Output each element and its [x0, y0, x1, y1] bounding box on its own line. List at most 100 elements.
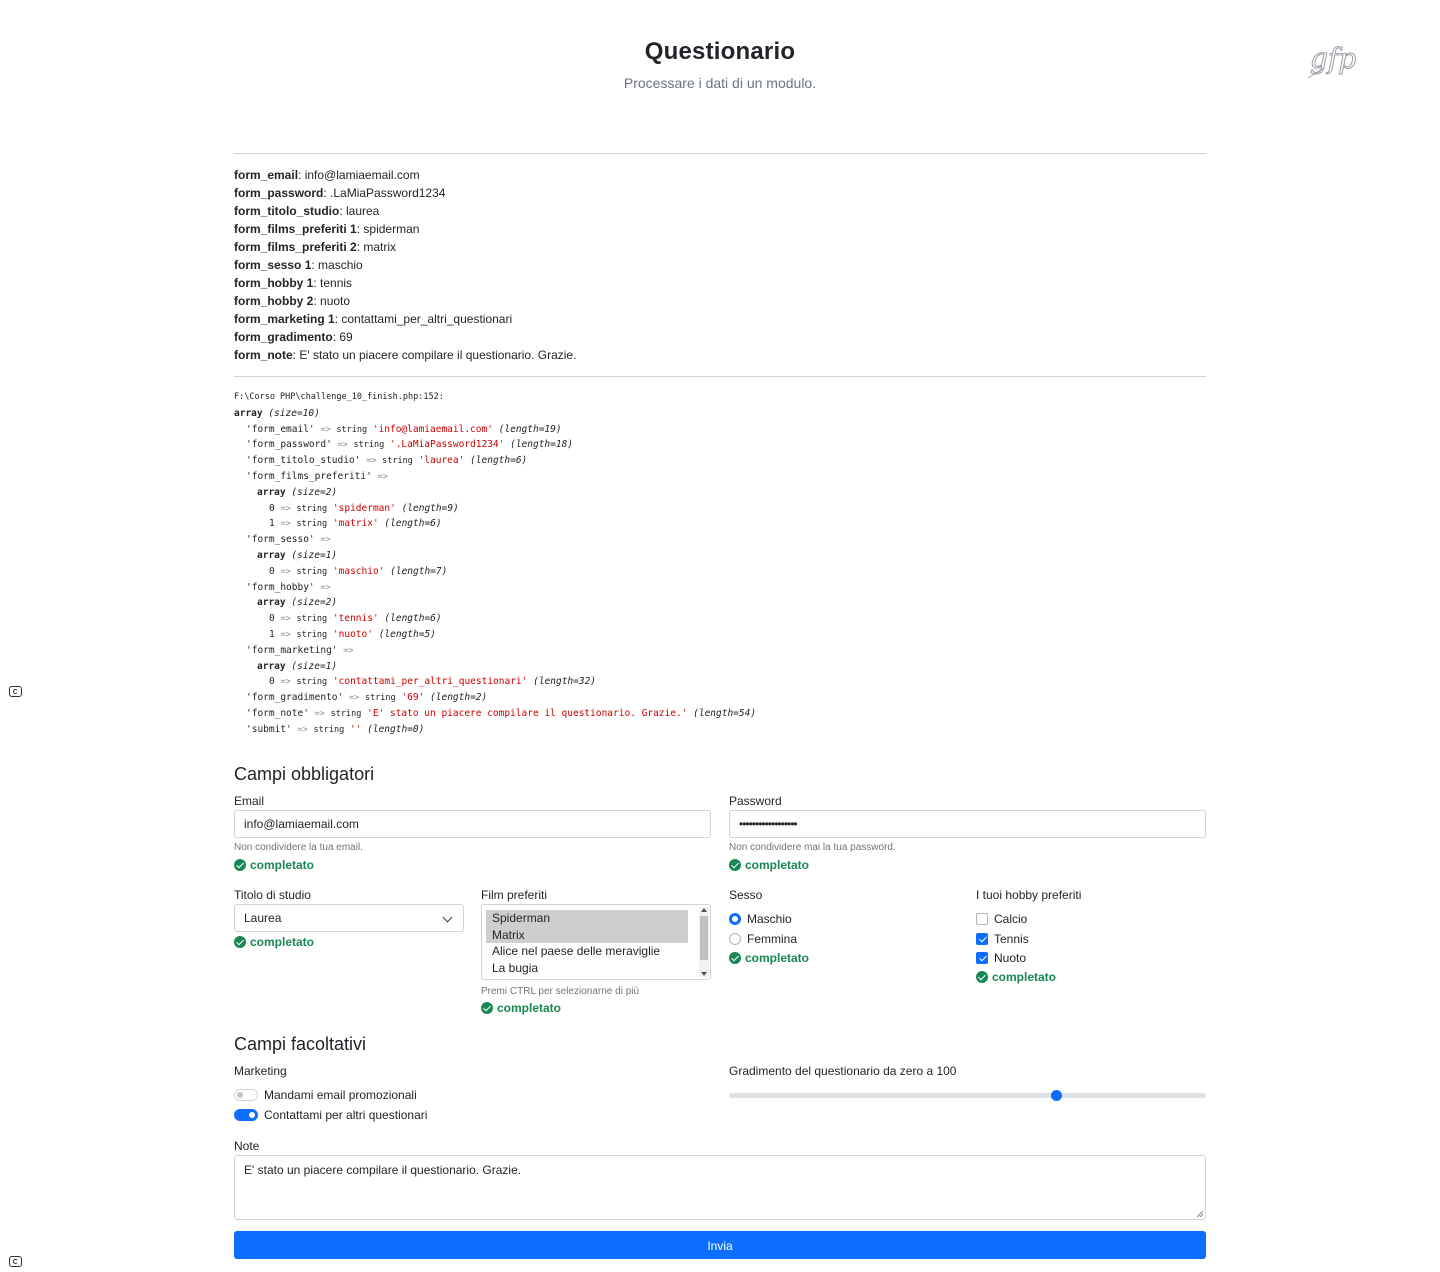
summary-key: form_email [234, 168, 299, 182]
switch-label: Mandami email promozionali [264, 1088, 417, 1102]
summary-key: form_titolo_studio [234, 204, 340, 218]
film-multiselect[interactable]: Spiderman Matrix Alice nel paese delle mer… [481, 904, 711, 980]
check-circle-icon [234, 859, 246, 871]
gradimento-slider[interactable] [729, 1087, 1206, 1103]
sesso-valid-feedback: completato [729, 950, 809, 966]
dump-meta: (length=19) [498, 423, 562, 435]
slider-thumb[interactable] [1050, 1090, 1062, 1101]
password-field[interactable]: •••••••••••••••••• [729, 810, 1206, 838]
marketing-switch-option[interactable]: Mandami email promozionali [234, 1087, 417, 1103]
summary-key: form_marketing 1 [234, 312, 335, 326]
toggle-switch[interactable] [234, 1108, 258, 1121]
dump-line: array (size=10) [234, 406, 762, 422]
summary-row: form_films_preferiti 2: matrix [234, 240, 397, 254]
film-option[interactable]: La bugia [486, 960, 688, 977]
dump-meta: (length=7) [390, 565, 448, 577]
summary-row: form_sesso 1: maschio [234, 258, 363, 272]
marketing-switch-option[interactable]: Contattami per altri questionari [234, 1107, 427, 1123]
scroll-down-icon[interactable] [701, 972, 707, 976]
dump-value: '69' [401, 692, 425, 704]
dump-line: 'form_hobby' => [234, 580, 762, 596]
dump-meta: (length=5) [378, 628, 436, 640]
dump-key: 'form_gradimento' [246, 692, 344, 704]
film-label: Film preferiti [481, 888, 548, 902]
sesso-radio-option[interactable]: Femmina [729, 931, 797, 947]
dump-value: 'laurea' [418, 455, 465, 467]
hobby-valid-feedback: completato [976, 969, 1056, 985]
summary-key: form_hobby 2 [234, 294, 314, 308]
dump-key: 'submit' [246, 723, 292, 735]
checkbox[interactable] [976, 952, 988, 964]
check-circle-icon [729, 952, 741, 964]
film-option[interactable]: Matrix [486, 926, 688, 943]
email-valid-feedback: completato [234, 857, 314, 873]
dump-arrow: => [297, 724, 308, 735]
dump-key: 'form_hobby' [246, 581, 315, 593]
titolo-label: Titolo di studio [234, 888, 311, 902]
note-textarea[interactable]: E' stato un piacere compilare il questio… [234, 1155, 1206, 1220]
dump-key: 'form_note' [246, 707, 309, 719]
resize-handle-icon[interactable] [1197, 1211, 1203, 1217]
summary-value: tennis [320, 276, 353, 290]
dump-value: 'tennis' [332, 613, 379, 625]
password-label: Password [729, 794, 782, 808]
hobby-checkbox-option[interactable]: Calcio [976, 911, 1027, 927]
summary-row: form_marketing 1: contattami_per_altri_q… [234, 312, 513, 326]
submitted-values-list: form_email: info@lamiaemail.com form_pass… [234, 166, 1206, 364]
dump-arrow: => [280, 614, 291, 625]
dump-line: array (size=1) [234, 659, 762, 675]
dump-type: string [382, 456, 413, 467]
dump-key: 'form_sesso' [246, 534, 315, 546]
summary-key: form_hobby 1 [234, 276, 314, 290]
checkbox[interactable] [976, 932, 988, 945]
slider-track[interactable] [729, 1093, 1206, 1098]
titolo-select[interactable]: Laurea [234, 904, 464, 932]
dump-array-word: array [234, 407, 263, 419]
dump-key: 1 [269, 628, 275, 640]
dump-type: string [296, 519, 328, 530]
marketing-label: Marketing [234, 1064, 287, 1078]
hobby-checkbox-option[interactable]: Nuoto [976, 950, 1026, 966]
summary-row: form_titolo_studio: laurea [234, 204, 380, 218]
dump-array-word: array [257, 549, 286, 561]
radio-button[interactable] [729, 932, 741, 945]
radio-button[interactable] [729, 913, 741, 925]
checkbox-label: Calcio [994, 912, 1028, 926]
sesso-radio-option[interactable]: Maschio [729, 911, 792, 927]
check-circle-icon [234, 936, 246, 948]
xdebug-icon-bottom [9, 1256, 22, 1267]
film-option[interactable]: Spiderman [486, 910, 688, 927]
dump-line: 'submit' => string '' (length=0) [234, 722, 762, 738]
note-label: Note [234, 1139, 260, 1153]
dump-line: 'form_marketing' => [234, 643, 762, 659]
dump-meta: (length=9) [401, 502, 459, 514]
divider-top [234, 153, 1206, 154]
film-scrollbar[interactable] [699, 907, 709, 977]
dump-meta: (size=1) [291, 549, 338, 561]
checkbox-label: Tennis [994, 931, 1029, 946]
film-option[interactable]: Alice nel paese delle meraviglie [486, 943, 688, 960]
summary-value: matrix [363, 240, 397, 254]
dump-line: 'form_password' => string '.LaMiaPasswor… [234, 437, 762, 453]
dump-arrow: => [366, 456, 377, 467]
submit-button[interactable]: Invia [234, 1231, 1206, 1259]
summary-value: nuoto [320, 294, 351, 308]
hobby-checkbox-option[interactable]: Tennis [976, 931, 1029, 947]
dump-arrow: => [280, 566, 291, 577]
dump-line: 'form_gradimento' => string '69' (length… [234, 690, 762, 706]
toggle-switch[interactable] [234, 1089, 258, 1101]
page-subtitle: Processare i dati di un modulo. [623, 75, 817, 91]
password-help: Non condividere mai la tua password. [729, 842, 896, 853]
dump-arrow: => [280, 629, 291, 640]
checkbox[interactable] [976, 913, 988, 925]
summary-value: .LaMiaPassword1234 [330, 186, 446, 200]
dump-line: 'form_email' => string 'info@lamiaemail.… [234, 422, 762, 438]
film-help: Premi CTRL per selezionarne di più [481, 986, 640, 997]
dump-arrow: => [280, 677, 291, 688]
switch-label: Contattami per altri questionari [264, 1107, 428, 1122]
scroll-up-icon[interactable] [701, 908, 707, 912]
dump-meta: (length=18) [510, 439, 574, 451]
email-field[interactable]: info@lamiaemail.com [234, 810, 711, 838]
dump-key: 'form_marketing' [246, 644, 338, 656]
scroll-thumb[interactable] [700, 916, 708, 960]
